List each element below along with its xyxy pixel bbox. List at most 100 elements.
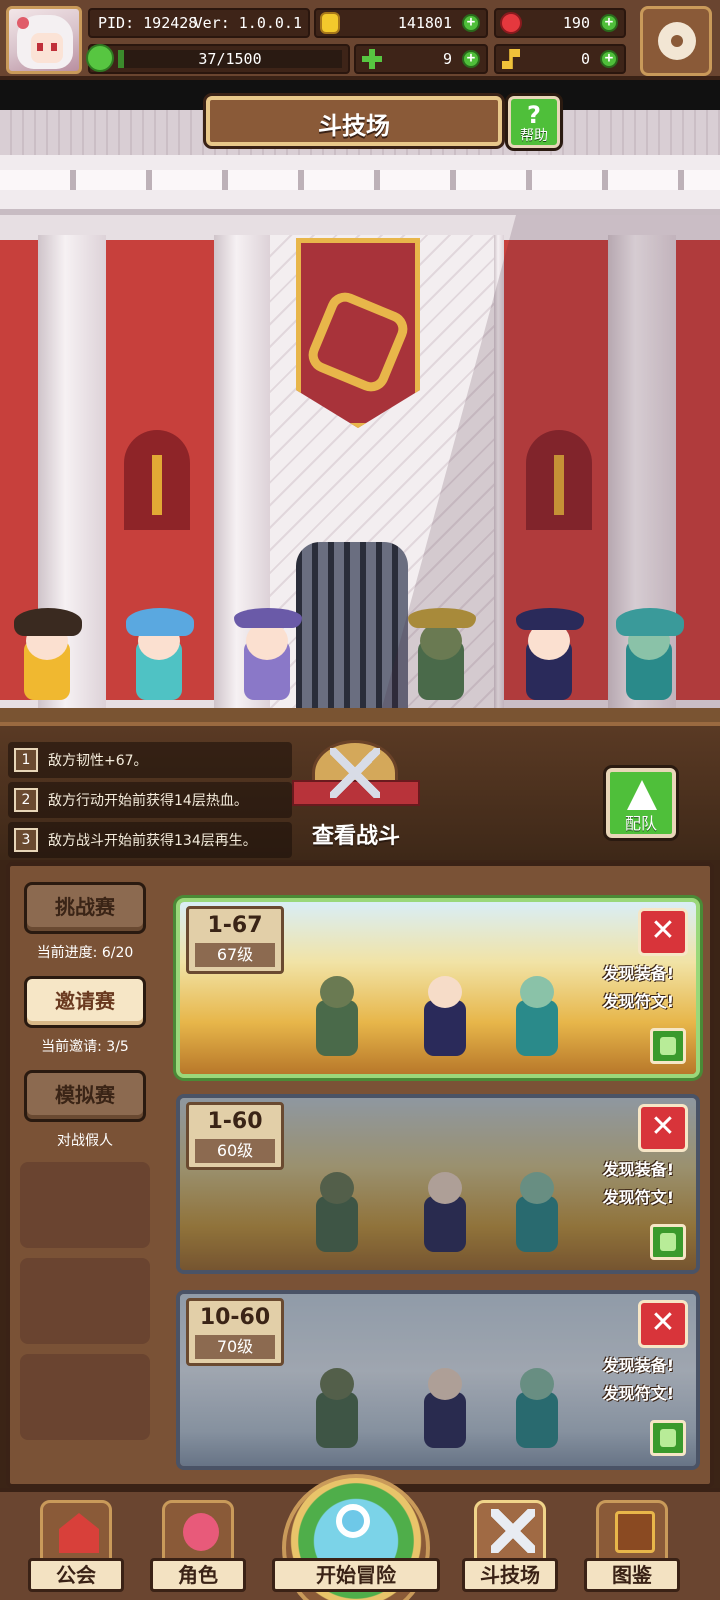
stage-number: 1-60 bbox=[207, 1109, 263, 1134]
stage-number: 10-60 bbox=[199, 1305, 271, 1330]
gold-value: 141801 bbox=[397, 14, 452, 32]
empty-mode-slot bbox=[20, 1258, 150, 1344]
opponent-card[interactable]: 10-60 70级 ✕ 发现装备! 发现符文! bbox=[176, 1290, 700, 1470]
empty-mode-slot bbox=[20, 1162, 150, 1248]
nav-codex[interactable]: 图鉴 bbox=[584, 1500, 680, 1594]
tab-invite[interactable]: 邀请赛 bbox=[24, 976, 146, 1028]
found-rune-text: 发现符文! bbox=[602, 1384, 674, 1403]
nav-arena[interactable]: 斗技场 bbox=[462, 1500, 558, 1594]
avatar-face bbox=[31, 33, 63, 63]
formation-label: 配队 bbox=[624, 814, 657, 833]
empty-mode-slot bbox=[20, 1354, 150, 1440]
challenge-progress: 当前进度: 6/20 bbox=[36, 945, 134, 961]
stage-tag: 10-60 70级 bbox=[186, 1298, 284, 1366]
opponent-knight bbox=[302, 966, 372, 1062]
view-battle-button[interactable]: 查看战斗 bbox=[292, 740, 420, 850]
add-gem-button[interactable]: + bbox=[600, 14, 618, 32]
version-label: Ver: 1.0.0.1 bbox=[193, 14, 302, 32]
nav-guild-label: 公会 bbox=[28, 1558, 124, 1592]
stage-number: 1-67 bbox=[207, 913, 263, 938]
snake-hair bbox=[616, 608, 684, 636]
arena-scene bbox=[0, 110, 720, 730]
sword-icon bbox=[152, 455, 162, 515]
thumbs-up-icon bbox=[660, 1429, 676, 1447]
nav-icon-frame bbox=[162, 1500, 234, 1562]
add-key-button[interactable]: + bbox=[600, 50, 618, 68]
like-button[interactable] bbox=[650, 1224, 686, 1260]
red-gem-icon bbox=[500, 12, 522, 34]
sprite-body bbox=[424, 1000, 466, 1056]
settings-button[interactable] bbox=[640, 6, 712, 76]
start-adventure-label: 开始冒险 bbox=[272, 1558, 440, 1592]
horned-helm bbox=[234, 608, 302, 628]
buff-number: 2 bbox=[14, 788, 38, 812]
remove-opponent-button[interactable]: ✕ bbox=[638, 1104, 688, 1152]
nav-arena-label: 斗技场 bbox=[462, 1558, 558, 1592]
tab-challenge[interactable]: 挑战赛 bbox=[24, 882, 146, 934]
nav-icon-frame bbox=[474, 1500, 546, 1562]
sprite-body bbox=[516, 1000, 558, 1056]
gem-value: 190 bbox=[562, 14, 590, 32]
guild-house-icon bbox=[59, 1513, 99, 1553]
remove-opponent-button[interactable]: ✕ bbox=[638, 1300, 688, 1348]
opponent-medusa bbox=[502, 966, 572, 1062]
cornice-blocks bbox=[0, 170, 720, 190]
key-value: 0 bbox=[580, 50, 590, 68]
enemy-medusa bbox=[608, 608, 692, 710]
sprite-head bbox=[520, 976, 554, 1008]
simulate-subtitle: 对战假人 bbox=[57, 1133, 113, 1149]
thumbs-up-icon bbox=[660, 1233, 676, 1251]
found-gear-text: 发现装备! bbox=[602, 964, 674, 983]
thumbs-up-icon bbox=[660, 1037, 676, 1055]
formation-button[interactable]: 配队 bbox=[606, 768, 676, 838]
buff-text: 敌方韧性+67。 bbox=[48, 753, 148, 769]
tab-simulate[interactable]: 模拟赛 bbox=[24, 1070, 146, 1122]
knight-helm bbox=[408, 608, 476, 628]
sprite-head bbox=[428, 976, 462, 1008]
archer-hair bbox=[516, 608, 584, 630]
page-title: 斗技场 bbox=[206, 96, 502, 146]
remove-opponent-button[interactable]: ✕ bbox=[638, 908, 688, 956]
key-icon bbox=[502, 49, 520, 69]
opponent-card[interactable]: 1-60 60级 ✕ 发现装备! 发现符文! bbox=[176, 1094, 700, 1274]
start-adventure-button[interactable]: 开始冒险 bbox=[272, 1474, 440, 1600]
add-clover-button[interactable]: + bbox=[462, 50, 480, 68]
enemy-knight bbox=[400, 608, 484, 710]
opponent-level: 60级 bbox=[195, 1139, 275, 1163]
ally-mushroom-mage bbox=[118, 608, 202, 710]
character-face-icon bbox=[183, 1513, 219, 1551]
nav-guild[interactable]: 公会 bbox=[28, 1500, 124, 1594]
team-formation-icon bbox=[627, 780, 657, 810]
gem-counter: 190 + bbox=[494, 8, 626, 38]
stamina-bar: 37/1500 bbox=[86, 44, 350, 74]
clover-counter: 9 + bbox=[354, 44, 488, 74]
stage-tag: 1-60 60级 bbox=[186, 1102, 284, 1170]
gold-counter: 141801 + bbox=[314, 8, 488, 38]
player-avatar[interactable] bbox=[6, 6, 82, 74]
ally-witch bbox=[6, 608, 90, 710]
avatar-eye-left bbox=[37, 43, 43, 51]
buff-text: 敌方行动开始前获得14层热血。 bbox=[48, 793, 248, 809]
nav-character-label: 角色 bbox=[150, 1558, 246, 1592]
like-button[interactable] bbox=[650, 1420, 686, 1456]
buff-number: 1 bbox=[14, 748, 38, 772]
codex-book-icon bbox=[615, 1511, 655, 1553]
opponent-level: 67级 bbox=[195, 943, 275, 967]
like-button[interactable] bbox=[650, 1028, 686, 1064]
mushroom-hat bbox=[126, 608, 194, 636]
witch-hat bbox=[14, 608, 82, 636]
nav-character[interactable]: 角色 bbox=[150, 1500, 246, 1594]
found-gear-text: 发现装备! bbox=[602, 1160, 674, 1179]
opponent-card[interactable]: 1-67 67级 ✕ 发现装备! 发现符文! bbox=[176, 898, 700, 1078]
enemy-buff: 1 敌方韧性+67。 bbox=[8, 742, 292, 778]
mode-sidebar: 挑战赛 当前进度: 6/20 邀请赛 当前邀请: 3/5 模拟赛 对战假人 bbox=[18, 882, 152, 1474]
stamina-icon bbox=[86, 44, 114, 72]
stamina-value: 37/1500 bbox=[198, 50, 262, 68]
help-button[interactable]: ? 帮助 bbox=[508, 96, 560, 148]
add-gold-button[interactable]: + bbox=[462, 14, 480, 32]
page-title-text: 斗技场 bbox=[318, 112, 390, 140]
buff-text: 敌方战斗开始前获得134层再生。 bbox=[48, 833, 257, 849]
nav-codex-label: 图鉴 bbox=[584, 1558, 680, 1592]
player-id-field: PID: 192428 Ver: 1.0.0.1 bbox=[88, 8, 310, 38]
found-rune-text: 发现符文! bbox=[602, 992, 674, 1011]
